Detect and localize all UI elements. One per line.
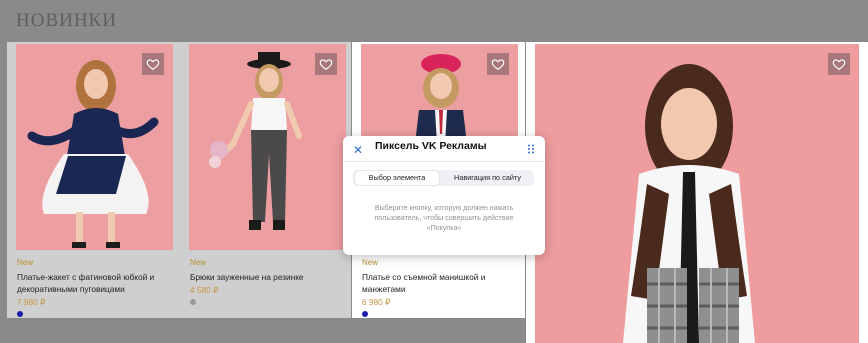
color-swatch[interactable] — [17, 311, 23, 317]
heart-icon — [832, 59, 846, 70]
favorite-button[interactable] — [315, 53, 337, 75]
product-price: 4 580 ₽ — [190, 285, 219, 295]
product-price: 6 980 ₽ — [362, 297, 391, 307]
tab-select-element[interactable]: Выбор элемента — [355, 171, 439, 185]
panel-hint: Выберите кнопку, которую должен нажать п… — [374, 204, 514, 232]
product-price: 7 980 ₽ — [17, 297, 46, 307]
color-swatch[interactable] — [362, 311, 368, 317]
close-button[interactable]: ✕ — [353, 143, 363, 157]
panel-divider — [343, 161, 545, 162]
favorite-button[interactable] — [828, 53, 850, 75]
favorite-button[interactable] — [142, 53, 164, 75]
drag-handle-icon[interactable] — [527, 144, 535, 154]
product-name[interactable]: Платье со съемной манишкой и манжетами — [362, 271, 512, 295]
favorite-button[interactable] — [487, 53, 509, 75]
vk-pixel-panel: ✕ Пиксель VK Рекламы Выбор элемента Нави… — [343, 136, 545, 255]
new-badge: New — [17, 258, 34, 267]
close-icon: ✕ — [353, 143, 364, 157]
product-name[interactable]: Платье-жакет с фатиновой юбкой и декорат… — [17, 271, 167, 295]
new-badge: New — [362, 258, 379, 267]
product-card[interactable]: New Брюки зауженные на резинке 4 580 ₽ — [180, 42, 351, 318]
color-swatch[interactable] — [190, 299, 196, 305]
panel-title: Пиксель VK Рекламы — [375, 140, 487, 152]
new-badge: New — [190, 258, 207, 267]
heart-icon — [146, 59, 160, 70]
heart-icon — [491, 59, 505, 70]
product-card[interactable]: New Платье-жакет с фатиновой юбкой и дек… — [7, 42, 182, 318]
product-name[interactable]: Брюки зауженные на резинке — [190, 271, 340, 283]
product-photo[interactable] — [16, 44, 173, 250]
product-photo[interactable] — [189, 44, 346, 250]
featured-product-card[interactable] — [526, 42, 868, 343]
panel-tabs: Выбор элемента Навигация по сайту — [353, 170, 534, 186]
featured-product-photo[interactable] — [535, 44, 859, 343]
girl-in-white-shirt-and-tie-image — [623, 64, 755, 343]
heart-icon — [319, 59, 333, 70]
section-title: НОВИНКИ — [16, 10, 117, 31]
tab-site-navigation[interactable]: Навигация по сайту — [443, 171, 532, 185]
